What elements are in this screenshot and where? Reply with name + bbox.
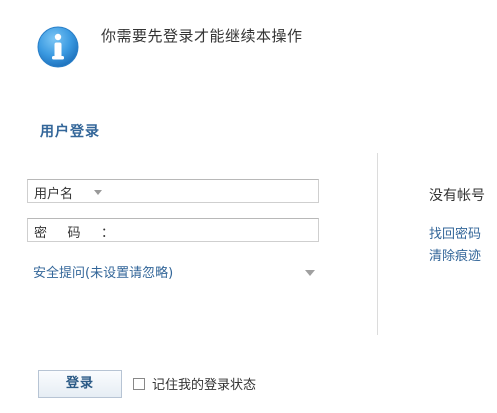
chevron-down-icon[interactable] [305,270,315,276]
security-question-label: 安全提问(未设置请忽略) [33,266,174,281]
info-icon [37,26,79,68]
remember-me[interactable]: 记住我的登录状态 [133,374,256,393]
username-input[interactable] [122,182,316,202]
password-input[interactable] [122,221,316,241]
password-label-char-1: 密 [34,226,48,241]
username-label: 用户名 [34,187,74,202]
no-account-text: 没有帐号 [429,188,485,204]
login-dialog: 你需要先登录才能继续本操作 用户登录 用户名 密 码 ： 安全提问(未设置请忽略… [0,0,497,413]
password-field[interactable]: 密 码 ： [27,218,319,242]
security-question-select[interactable]: 安全提问(未设置请忽略) [27,260,317,282]
remember-checkbox[interactable] [133,377,145,390]
login-button[interactable]: 登录 [38,370,122,398]
password-label-char-3: ： [100,226,114,241]
username-field[interactable]: 用户名 [27,179,319,203]
password-label: 密 码 ： [34,222,114,241]
find-password-link[interactable]: 找回密码 [429,223,481,242]
chevron-down-icon[interactable] [94,190,102,195]
vertical-divider [377,153,378,335]
password-label-char-2: 码 [67,226,81,241]
login-title: 用户登录 [40,124,100,140]
notice-message: 你需要先登录才能继续本操作 [101,27,303,45]
clear-traces-link[interactable]: 清除痕迹 [429,245,481,264]
remember-label: 记住我的登录状态 [152,378,257,393]
